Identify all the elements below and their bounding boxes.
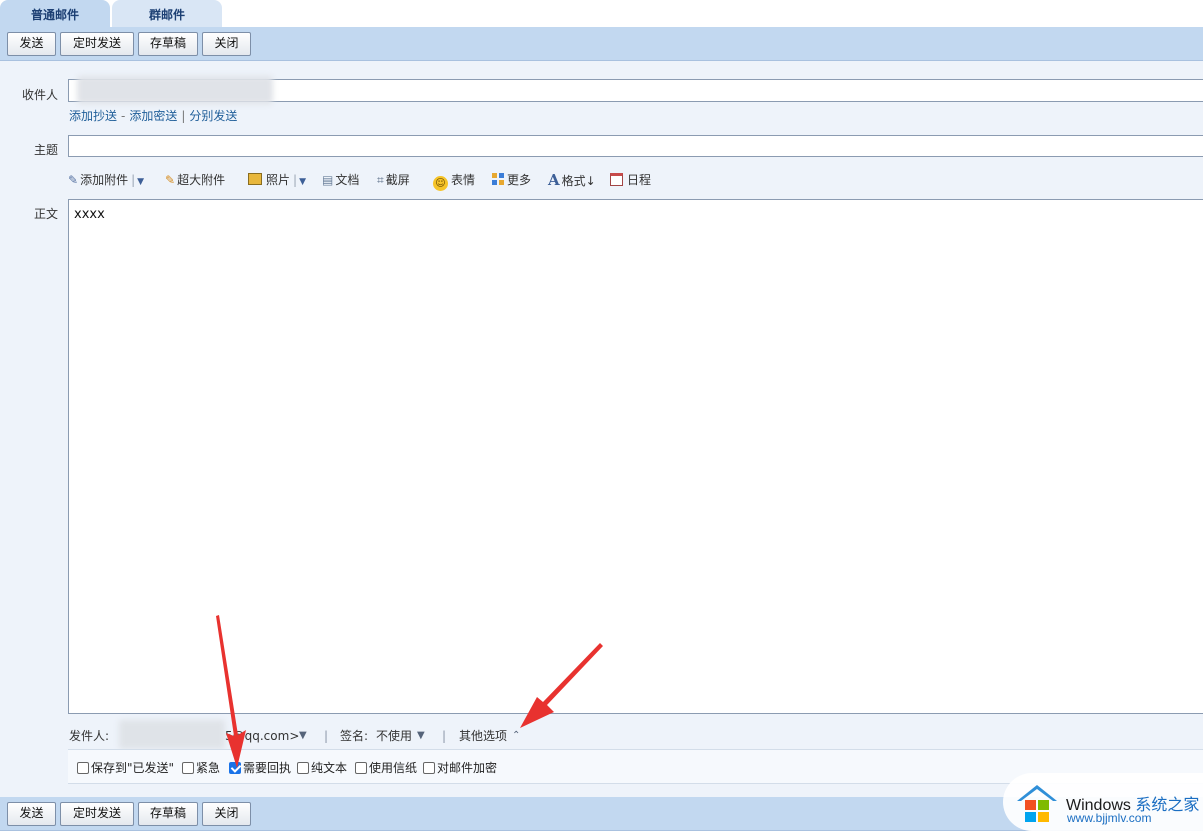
more-label: 更多 <box>507 173 532 187</box>
chevron-down-icon[interactable]: ▼ <box>137 177 144 187</box>
close-button[interactable]: 关闭 <box>202 32 251 56</box>
divider: | <box>324 729 329 743</box>
sender-dropdown-icon[interactable]: ▼ <box>299 727 307 745</box>
photo-tool[interactable]: 照片 | ▼ <box>248 170 306 190</box>
option-label: 对邮件加密 <box>437 761 498 775</box>
option-label: 保存到"已发送" <box>91 761 175 775</box>
link-separator: - <box>121 109 126 123</box>
site-watermark: Windows 系统之家 www.bjjmlv.com <box>1003 773 1203 831</box>
divider: | <box>293 173 298 187</box>
checkbox[interactable] <box>297 762 309 774</box>
option-save-to-sent[interactable]: 保存到"已发送" <box>77 761 174 775</box>
large-attachment-label: 超大附件 <box>177 173 226 187</box>
paperclip-icon: ✎ <box>68 173 79 187</box>
option-read-receipt[interactable]: 需要回执 <box>229 761 291 775</box>
redacted-sender <box>119 720 225 749</box>
subject-label: 主题 <box>33 143 58 157</box>
option-stationery[interactable]: 使用信纸 <box>355 761 417 775</box>
signature-label: 签名: <box>340 729 369 743</box>
close-button[interactable]: 关闭 <box>202 802 251 826</box>
option-label: 使用信纸 <box>369 761 418 775</box>
send-button[interactable]: 发送 <box>7 32 56 56</box>
save-draft-button[interactable]: 存草稿 <box>138 32 198 56</box>
grid-icon <box>492 173 504 185</box>
option-plain-text[interactable]: 纯文本 <box>297 761 347 775</box>
option-label: 纯文本 <box>311 761 348 775</box>
photo-icon <box>248 173 262 185</box>
redacted-recipient <box>77 76 273 104</box>
option-encrypt[interactable]: 对邮件加密 <box>423 761 497 775</box>
signature-dropdown-icon[interactable]: ▼ <box>417 727 425 745</box>
house-logo-icon <box>1017 785 1057 822</box>
photo-label: 照片 <box>266 173 291 187</box>
screenshot-icon: ⌗ <box>377 173 384 187</box>
smiley-icon: ☺ <box>433 176 448 191</box>
option-urgent[interactable]: 紧急 <box>182 761 220 775</box>
body-editor[interactable]: xxxx <box>68 199 1203 714</box>
schedule-tool[interactable]: 日程 <box>610 170 651 190</box>
tab-normal-mail[interactable]: 普通邮件 <box>0 0 110 27</box>
checkbox[interactable] <box>182 762 194 774</box>
to-label: 收件人 <box>21 88 58 102</box>
calendar-icon <box>610 173 623 186</box>
body-label: 正文 <box>33 207 58 221</box>
checkbox[interactable] <box>355 762 367 774</box>
add-cc-link[interactable]: 添加抄送 <box>69 109 117 123</box>
option-label: 紧急 <box>196 761 221 775</box>
chevron-down-icon[interactable]: ▼ <box>299 177 306 187</box>
other-options-toggle[interactable]: 其他选项 <box>459 727 507 745</box>
body-text: xxxx <box>74 207 105 222</box>
save-draft-button[interactable]: 存草稿 <box>138 802 198 826</box>
sender-label: 发件人: <box>69 729 110 743</box>
large-attachment-tool[interactable]: ✎ 超大附件 <box>165 170 225 190</box>
checkbox[interactable] <box>423 762 435 774</box>
tab-group-mail[interactable]: 群邮件 <box>112 0 222 27</box>
document-label: 文档 <box>335 173 360 187</box>
document-tool[interactable]: ▤ 文档 <box>322 170 359 190</box>
sender-row: 发件人: 5@qq.com> ▼ | 签名: 不使用 ▼ | 其他选项 ⌃ <box>69 720 769 749</box>
mail-type-tabs: 普通邮件 群邮件 <box>0 0 1203 27</box>
more-tool[interactable]: 更多 <box>492 170 531 190</box>
add-attachment-label: 添加附件 <box>80 173 129 187</box>
sender-email[interactable]: 5@qq.com> <box>225 727 299 745</box>
screenshot-label: 截屏 <box>385 173 410 187</box>
subject-input[interactable] <box>68 135 1203 157</box>
recipient-links: 添加抄送 - 添加密送 | 分别发送 <box>69 107 237 124</box>
emoji-tool[interactable]: ☺ 表情 <box>433 170 476 191</box>
top-toolbar: 发送 定时发送 存草稿 关闭 <box>0 27 1203 61</box>
format-label: 格式↓ <box>561 174 596 188</box>
watermark-url: www.bjjmlv.com <box>1067 811 1152 825</box>
split-send-link[interactable]: 分别发送 <box>189 109 237 123</box>
paperclip-icon: ✎ <box>165 173 176 187</box>
divider: | <box>131 173 136 187</box>
font-icon: A <box>548 171 560 189</box>
checkbox[interactable] <box>77 762 89 774</box>
format-tool[interactable]: A 格式↓ <box>548 170 596 190</box>
checkbox-checked[interactable] <box>229 762 241 774</box>
chevron-up-icon[interactable]: ⌃ <box>512 727 520 745</box>
send-button[interactable]: 发送 <box>7 802 56 826</box>
screenshot-tool[interactable]: ⌗ 截屏 <box>377 170 410 190</box>
emoji-label: 表情 <box>451 173 476 187</box>
timed-send-button[interactable]: 定时发送 <box>60 32 134 56</box>
to-input[interactable] <box>68 76 1203 104</box>
schedule-label: 日程 <box>627 173 652 187</box>
divider: | <box>442 729 447 743</box>
add-attachment-tool[interactable]: ✎ 添加附件 | ▼ <box>68 170 144 190</box>
document-icon: ▤ <box>322 173 334 187</box>
timed-send-button[interactable]: 定时发送 <box>60 802 134 826</box>
add-bcc-link[interactable]: 添加密送 <box>129 109 177 123</box>
signature-value[interactable]: 不使用 <box>376 727 412 745</box>
option-label: 需要回执 <box>243 761 292 775</box>
link-separator: | <box>181 109 186 123</box>
